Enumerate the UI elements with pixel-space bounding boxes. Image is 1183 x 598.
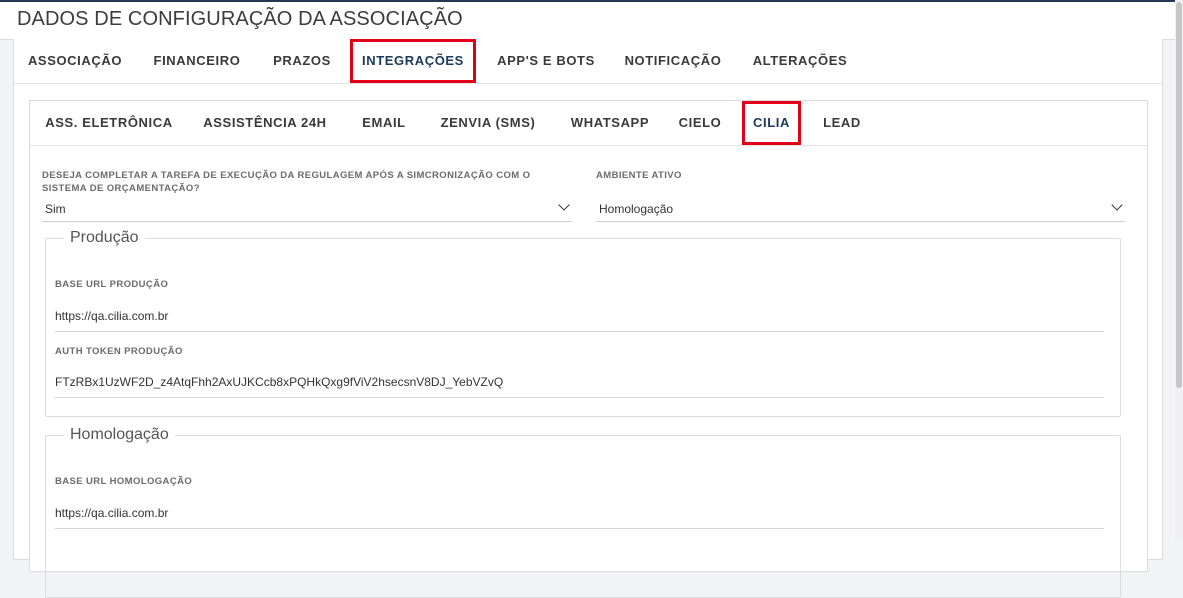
subtab-assistencia-24h[interactable]: ASSISTÊNCIA 24H [194,101,336,145]
subtab-cilia[interactable]: CILIA [742,101,801,145]
subtab-cielo[interactable]: CIELO [671,101,729,145]
tab-apps-e-bots[interactable]: APP'S E BOTS [484,39,608,83]
base-url-homologacao-label: BASE URL HOMOLOGAÇÃO [55,476,193,487]
complete-task-select[interactable]: Sim [42,199,572,222]
tab-prazos[interactable]: PRAZOS [261,39,343,83]
tab-associacao[interactable]: ASSOCIAÇÃO [17,39,133,83]
scrollbar-thumb[interactable] [1176,2,1182,388]
subtab-whatsapp[interactable]: WHATSAPP [560,101,660,145]
base-url-producao-input[interactable]: https://qa.cilia.com.br [55,307,1104,332]
chevron-down-icon [558,199,570,211]
tab-integracoes[interactable]: INTEGRAÇÕES [350,39,476,83]
page-header: DADOS DE CONFIGURAÇÃO DA ASSOCIAÇÃO [0,2,1175,40]
tab-notificacao[interactable]: NOTIFICAÇÃO [615,39,731,83]
config-card: ASSOCIAÇÃO FINANCEIRO PRAZOS INTEGRAÇÕES… [13,39,1163,598]
homologacao-legend: Homologação [70,426,169,443]
integration-subtabs: ASS. ELETRÔNICA ASSISTÊNCIA 24H EMAIL ZE… [30,101,1147,146]
chevron-down-icon [1111,199,1123,211]
complete-task-label: DESEJA COMPLETAR A TAREFA DE EXECUÇÃO DA… [42,170,531,194]
tab-financeiro[interactable]: FINANCEIRO [141,39,253,83]
main-tabs: ASSOCIAÇÃO FINANCEIRO PRAZOS INTEGRAÇÕES… [14,39,1162,84]
tab-alteracoes[interactable]: ALTERAÇÕES [740,39,860,83]
base-url-producao-label: BASE URL PRODUÇÃO [55,279,169,290]
environment-value: Homologação [599,202,674,216]
auth-token-producao-input[interactable]: FTzRBx1UzWF2D_z4AtqFhh2AxUJKCcb8xPQHkQxg… [55,373,1104,398]
subtab-email[interactable]: EMAIL [351,101,417,145]
environment-select[interactable]: Homologação [596,199,1125,222]
page-title: DADOS DE CONFIGURAÇÃO DA ASSOCIAÇÃO [17,8,463,30]
environment-label: AMBIENTE ATIVO [596,170,682,181]
subtab-ass-eletronica[interactable]: ASS. ELETRÔNICA [31,101,187,145]
auth-token-producao-label: AUTH TOKEN PRODUÇÃO [55,346,183,357]
complete-task-value: Sim [45,202,66,216]
integrations-panel: ASS. ELETRÔNICA ASSISTÊNCIA 24H EMAIL ZE… [29,100,1148,598]
base-url-homologacao-input[interactable]: https://qa.cilia.com.br [55,504,1104,529]
producao-legend: Produção [70,229,139,246]
subtab-zenvia-sms[interactable]: ZENVIA (SMS) [428,101,548,145]
subtab-lead[interactable]: LEAD [813,101,871,145]
